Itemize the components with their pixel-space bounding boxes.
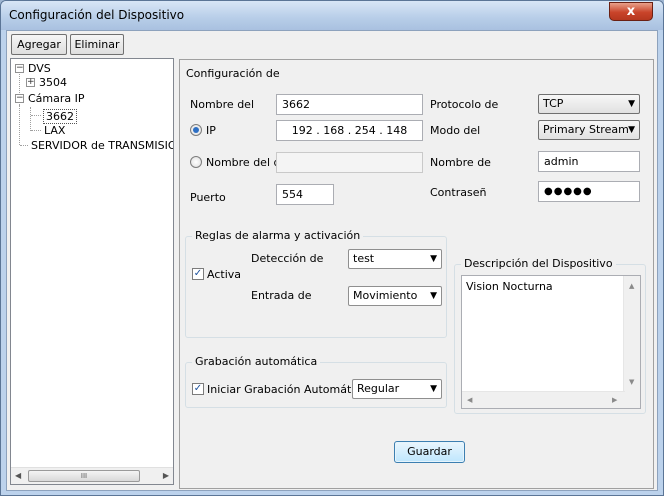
password-input[interactable]: ●●●●● (538, 181, 640, 202)
auto-recording-label: Iniciar Grabación Automática (207, 383, 368, 396)
tree-line (30, 107, 31, 131)
add-button[interactable]: Agregar (11, 34, 67, 55)
user-label: Nombre de (430, 156, 491, 169)
username-input[interactable]: admin (538, 151, 640, 172)
scroll-right-icon[interactable]: ▶ (163, 471, 169, 480)
device-config-window: Configuración del Dispositivo x Agregar … (0, 0, 664, 496)
stream-mode-select[interactable]: Primary Stream ▼ (538, 120, 640, 140)
recording-mode-select[interactable]: Regular ▼ (352, 379, 442, 399)
detection-label: Detección de (251, 252, 324, 265)
save-button[interactable]: Guardar (394, 441, 465, 463)
port-label: Puerto (190, 191, 226, 204)
delete-button[interactable]: Eliminar (70, 34, 124, 55)
scroll-down-icon[interactable]: ▼ (629, 378, 634, 386)
device-description-title: Descripción del Dispositivo (461, 257, 616, 270)
device-description-group: Descripción del Dispositivo Vision Noctu… (454, 257, 646, 414)
tree-item-dvs[interactable]: DVS (28, 62, 51, 75)
ip-address-input[interactable]: 192 . 168 . 254 . 148 (276, 120, 423, 141)
port-input[interactable]: 554 (276, 184, 334, 205)
scroll-left-icon[interactable]: ◀ (467, 396, 472, 404)
config-panel: Configuración de Nombre del 3662 IP 192 … (179, 59, 654, 489)
tree-item-lax[interactable]: LAX (44, 124, 65, 137)
device-tree[interactable]: − DVS + 3504 − Cámara IP 3662 LAX SERVID… (10, 58, 174, 485)
dropdown-arrow-icon: ▼ (628, 125, 635, 135)
alarm-rules-group: Reglas de alarma y activación ✓ Activa D… (185, 229, 447, 338)
collapse-icon[interactable]: − (15, 94, 24, 103)
stream-mode-value: Primary Stream (543, 123, 629, 136)
description-horizontal-scrollbar[interactable]: ◀ ▶ (462, 391, 625, 408)
collapse-icon[interactable]: − (15, 64, 24, 73)
client-area: Agregar Eliminar − DVS + 3504 − Cámara I… (6, 30, 658, 491)
domain-radio-label: Nombre del dc (206, 156, 287, 169)
dropdown-arrow-icon: ▼ (628, 99, 635, 109)
tree-item-3662[interactable]: 3662 (43, 109, 77, 124)
scroll-right-icon[interactable]: ▶ (612, 396, 617, 404)
active-label: Activa (207, 268, 241, 281)
tree-line (20, 145, 28, 146)
tree-line (31, 115, 41, 116)
dropdown-arrow-icon: ▼ (430, 384, 437, 394)
auto-recording-group: Grabación automática ✓ Iniciar Grabación… (185, 355, 447, 408)
tree-item-ip-camera[interactable]: Cámara IP (28, 92, 85, 105)
alarm-rules-title: Reglas de alarma y activación (192, 229, 364, 242)
section-title: Configuración de (186, 67, 280, 80)
protocol-select[interactable]: TCP ▼ (538, 94, 640, 114)
name-input[interactable]: 3662 (276, 94, 423, 115)
description-vertical-scrollbar[interactable]: ▲ ▼ (623, 276, 640, 408)
input-label: Entrada de (251, 289, 312, 302)
detection-select[interactable]: test ▼ (348, 249, 442, 269)
input-select[interactable]: Movimiento ▼ (348, 286, 442, 306)
input-value: Movimiento (353, 289, 418, 302)
description-text: Vision Nocturna (466, 280, 553, 293)
domain-input[interactable] (276, 152, 423, 173)
detection-value: test (353, 252, 375, 265)
protocol-value: TCP (543, 97, 564, 110)
ip-radio-label: IP (206, 124, 216, 137)
tree-horizontal-scrollbar[interactable]: ◀ III ▶ (11, 467, 173, 484)
title-bar[interactable]: Configuración del Dispositivo x (1, 1, 663, 30)
recording-mode-value: Regular (357, 382, 400, 395)
name-label: Nombre del (190, 98, 255, 111)
expand-icon[interactable]: + (26, 78, 35, 87)
ip-radio[interactable] (190, 124, 202, 136)
tree-line (31, 130, 41, 131)
tree-item-streaming-server[interactable]: SERVIDOR de TRANSMISION (31, 139, 173, 152)
tree-line (19, 105, 20, 145)
auto-recording-checkbox[interactable]: ✓ (192, 383, 204, 395)
dropdown-arrow-icon: ▼ (430, 291, 437, 301)
description-textarea[interactable]: Vision Nocturna ▲ ▼ ◀ ▶ (461, 275, 641, 409)
scroll-up-icon[interactable]: ▲ (629, 282, 634, 290)
scroll-left-icon[interactable]: ◀ (15, 471, 21, 480)
scroll-thumb[interactable]: III (28, 470, 140, 482)
domain-radio[interactable] (190, 156, 202, 168)
close-icon: x (626, 4, 636, 19)
window-title: Configuración del Dispositivo (9, 8, 185, 22)
tree-item-3504[interactable]: 3504 (39, 76, 67, 89)
password-label: Contraseñ (430, 186, 487, 199)
auto-recording-title: Grabación automática (192, 355, 321, 368)
close-button[interactable]: x (609, 2, 653, 21)
mode-label: Modo del (430, 124, 481, 137)
protocol-label: Protocolo de (430, 98, 499, 111)
active-checkbox[interactable]: ✓ (192, 268, 204, 280)
dropdown-arrow-icon: ▼ (430, 254, 437, 264)
